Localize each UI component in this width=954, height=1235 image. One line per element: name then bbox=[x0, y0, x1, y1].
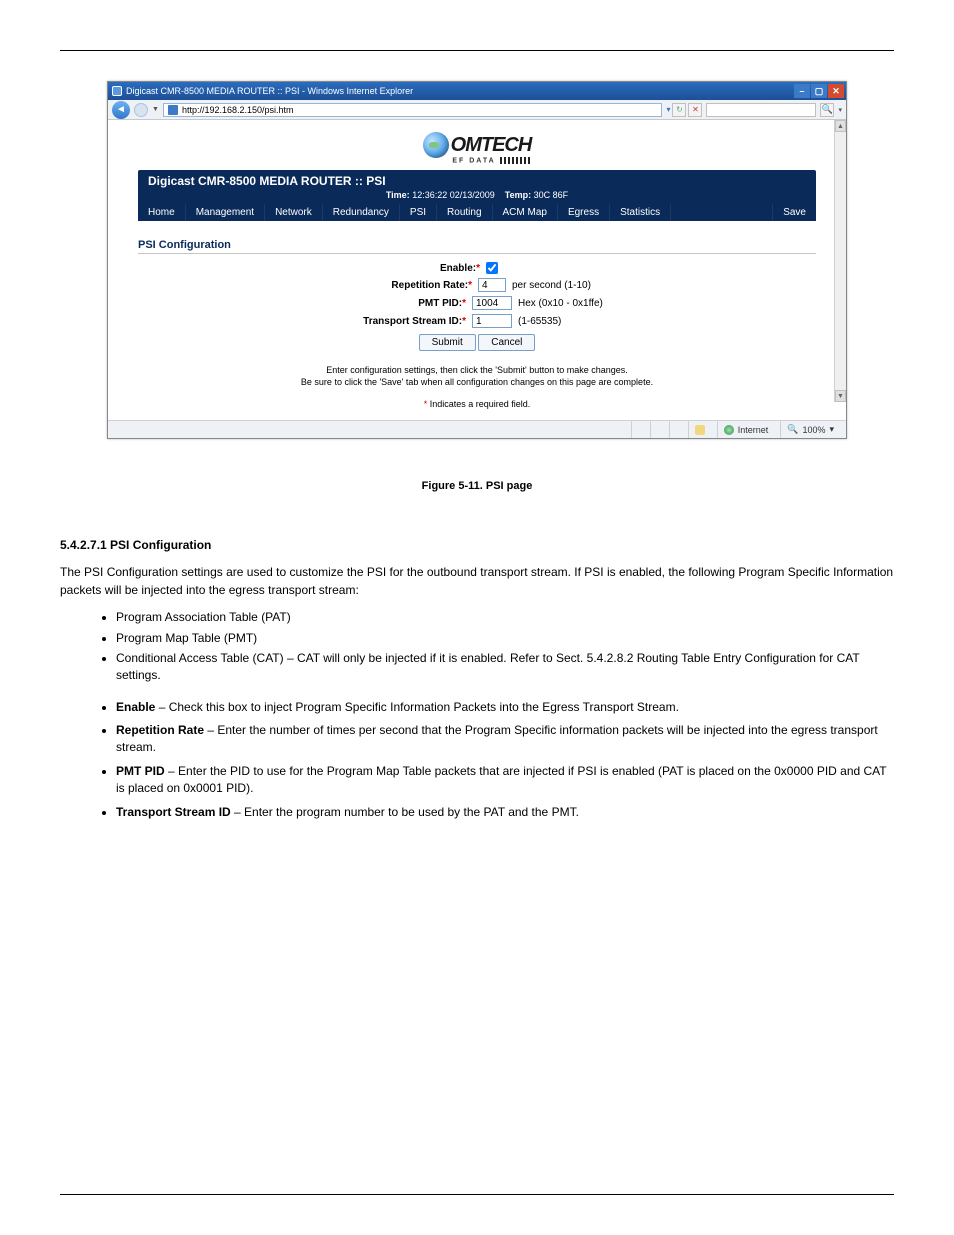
help-line-1: Enter configuration settings, then click… bbox=[326, 365, 628, 375]
search-input[interactable] bbox=[706, 103, 816, 117]
browser-window: Digicast CMR-8500 MEDIA ROUTER :: PSI - … bbox=[107, 81, 847, 439]
brand-subline: EF DATA bbox=[452, 157, 495, 164]
intro-paragraph: The PSI Configuration settings are used … bbox=[60, 564, 894, 599]
top-rule bbox=[60, 50, 894, 51]
zoom-icon: 🔍 bbox=[787, 424, 798, 435]
tab-egress[interactable]: Egress bbox=[558, 204, 610, 221]
history-dropdown-icon[interactable]: ▼ bbox=[152, 106, 159, 113]
search-button[interactable]: 🔍 bbox=[820, 103, 834, 117]
tab-psi[interactable]: PSI bbox=[400, 204, 437, 221]
globe-icon bbox=[423, 132, 449, 158]
refresh-button[interactable]: ↻ bbox=[672, 103, 686, 117]
required-text: Indicates a required field. bbox=[430, 399, 531, 409]
stop-button[interactable]: ✕ bbox=[688, 103, 702, 117]
back-button[interactable]: ◄ bbox=[112, 101, 130, 119]
tab-statistics[interactable]: Statistics bbox=[610, 204, 671, 221]
status-bar: Internet 🔍 100% ▾ bbox=[108, 420, 846, 438]
window-title: Digicast CMR-8500 MEDIA ROUTER :: PSI - … bbox=[126, 86, 413, 96]
pmt-pid-label: PMT PID: bbox=[418, 298, 462, 309]
tab-home[interactable]: Home bbox=[138, 204, 186, 221]
rep-rate-label: Repetition Rate: bbox=[391, 280, 468, 291]
titlebar: Digicast CMR-8500 MEDIA ROUTER :: PSI - … bbox=[108, 82, 846, 100]
tab-save[interactable]: Save bbox=[772, 204, 816, 221]
page-title: Digicast CMR-8500 MEDIA ROUTER :: PSI bbox=[138, 170, 816, 188]
temp-value: 30C 86F bbox=[534, 190, 569, 200]
psi-packets-list: Program Association Table (PAT) Program … bbox=[116, 609, 894, 685]
list-item: PMT PID – Enter the PID to use for the P… bbox=[116, 763, 894, 798]
url-field[interactable]: http://192.168.2.150/psi.htm bbox=[163, 103, 663, 117]
section-number: 5.4.2.7.1 PSI Configuration bbox=[60, 538, 211, 552]
favicon-icon bbox=[168, 105, 178, 115]
list-item: Transport Stream ID – Enter the program … bbox=[116, 804, 894, 821]
rep-rate-hint: per second (1-10) bbox=[512, 280, 662, 291]
brand-logo: OMTECH EF DATA bbox=[138, 132, 816, 164]
time-label: Time: bbox=[386, 190, 410, 200]
ts-id-label: Transport Stream ID: bbox=[363, 316, 462, 327]
brand-bars-icon bbox=[500, 157, 530, 164]
tab-redundancy[interactable]: Redundancy bbox=[323, 204, 400, 221]
rep-rate-input[interactable] bbox=[478, 278, 506, 292]
section-heading: PSI Configuration bbox=[138, 239, 816, 254]
list-item: Program Map Table (PMT) bbox=[116, 630, 894, 647]
minimize-button[interactable]: – bbox=[794, 84, 810, 98]
field-descriptions-list: Enable – Check this box to inject Progra… bbox=[116, 699, 894, 821]
nav-tabs: Home Management Network Redundancy PSI R… bbox=[138, 204, 816, 221]
ie-app-icon bbox=[112, 86, 122, 96]
tab-network[interactable]: Network bbox=[265, 204, 323, 221]
scrollbar[interactable]: ▲ ▼ bbox=[834, 120, 846, 402]
zoom-dropdown-icon[interactable]: ▾ bbox=[829, 424, 834, 435]
cancel-button[interactable]: Cancel bbox=[478, 334, 535, 351]
globe-icon bbox=[724, 425, 734, 435]
figure-caption: Figure 5-11. PSI page bbox=[60, 479, 894, 495]
forward-button[interactable] bbox=[134, 103, 148, 117]
required-legend: * Indicates a required field. bbox=[138, 399, 816, 409]
scroll-up-icon[interactable]: ▲ bbox=[835, 120, 846, 132]
security-zone: Internet bbox=[738, 425, 769, 435]
tab-acm-map[interactable]: ACM Map bbox=[493, 204, 558, 221]
page-content: OMTECH EF DATA Digicast CMR-8500 MEDIA R… bbox=[108, 120, 846, 420]
page-header-band: Digicast CMR-8500 MEDIA ROUTER :: PSI Ti… bbox=[138, 170, 816, 221]
list-item: Conditional Access Table (CAT) – CAT wil… bbox=[116, 650, 894, 685]
pmt-pid-input[interactable] bbox=[472, 296, 512, 310]
close-button[interactable]: ✕ bbox=[828, 84, 844, 98]
ts-id-hint: (1-65535) bbox=[518, 316, 668, 327]
document-body: Figure 5-11. PSI page 5.4.2.7.1 PSI Conf… bbox=[60, 479, 894, 821]
brand-text: OMTECH bbox=[451, 134, 532, 157]
search-dropdown-icon[interactable]: ▾ bbox=[838, 106, 842, 114]
url-text: http://192.168.2.150/psi.htm bbox=[182, 105, 294, 115]
bottom-rule bbox=[60, 1194, 894, 1195]
help-text: Enter configuration settings, then click… bbox=[138, 365, 816, 388]
help-line-2: Be sure to click the 'Save' tab when all… bbox=[301, 377, 653, 387]
tab-routing[interactable]: Routing bbox=[437, 204, 492, 221]
security-shield-icon bbox=[695, 425, 705, 435]
ts-id-input[interactable] bbox=[472, 314, 512, 328]
list-item: Program Association Table (PAT) bbox=[116, 609, 894, 626]
pmt-pid-hint: Hex (0x10 - 0x1ffe) bbox=[518, 298, 668, 309]
temp-label: Temp: bbox=[505, 190, 531, 200]
address-bar: ◄ ▼ http://192.168.2.150/psi.htm ▾ ↻ ✕ 🔍… bbox=[108, 100, 846, 120]
submit-button[interactable]: Submit bbox=[419, 334, 476, 351]
time-value: 12:36:22 02/13/2009 bbox=[412, 190, 495, 200]
scroll-down-icon[interactable]: ▼ bbox=[835, 390, 846, 402]
url-dropdown-icon[interactable]: ▾ bbox=[666, 105, 670, 114]
tab-management[interactable]: Management bbox=[186, 204, 265, 221]
list-item: Repetition Rate – Enter the number of ti… bbox=[116, 722, 894, 757]
list-item: Enable – Check this box to inject Progra… bbox=[116, 699, 894, 716]
enable-label: Enable: bbox=[440, 263, 476, 274]
maximize-button[interactable]: ▢ bbox=[811, 84, 827, 98]
zoom-level: 100% bbox=[802, 425, 825, 435]
enable-checkbox[interactable] bbox=[486, 262, 498, 274]
window-controls: – ▢ ✕ bbox=[794, 84, 844, 98]
